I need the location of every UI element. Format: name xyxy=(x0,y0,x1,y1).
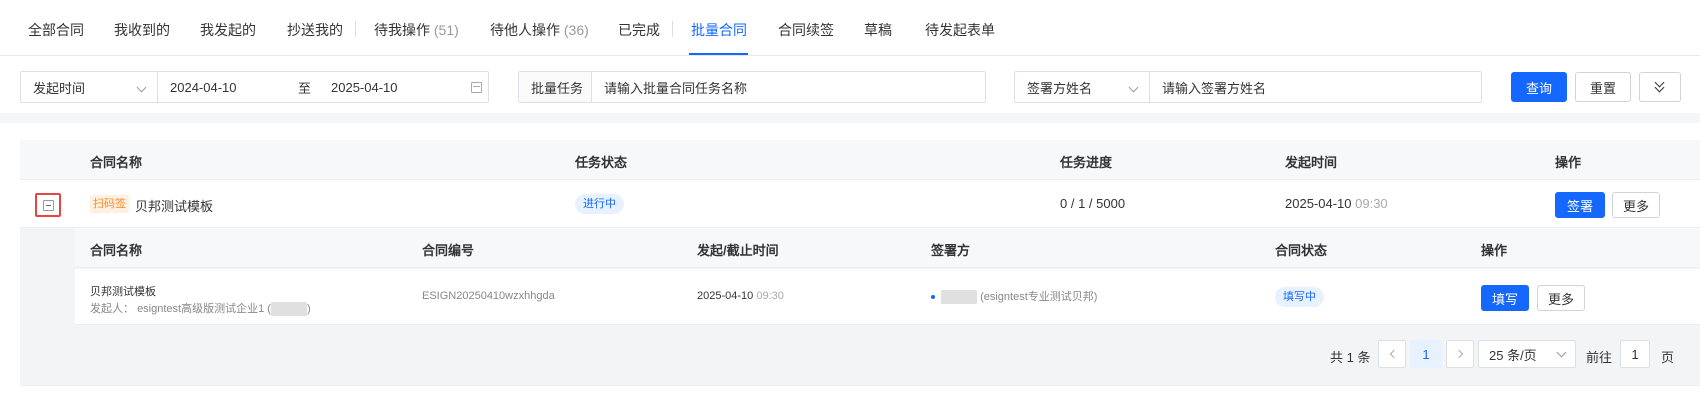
date-range-separator: 至 xyxy=(298,80,312,96)
tab-pending-others[interactable]: 待他人操作 (36) xyxy=(490,20,589,40)
tab-completed[interactable]: 已完成 xyxy=(618,20,660,40)
chevron-down-icon xyxy=(136,82,147,92)
contract-name[interactable]: 贝邦测试模板 xyxy=(90,283,156,299)
tab-pending-me-count: (51) xyxy=(433,22,459,38)
search-button[interactable]: 查询 xyxy=(1511,72,1567,102)
chevron-down-icon xyxy=(1128,82,1139,92)
batch-task-label: 批量任务 xyxy=(519,72,591,102)
start-date-input[interactable]: 2024-04-10 xyxy=(158,72,298,102)
pagination-total: 共 1 条 xyxy=(1330,350,1371,365)
header-task-status: 任务状态 xyxy=(575,155,628,170)
end-date-input[interactable]: 2025-04-10 xyxy=(318,72,468,102)
tab-pending-me[interactable]: 待我操作 (51) xyxy=(374,20,459,40)
batch-task-filter: 批量任务 请输入批量合同任务名称 xyxy=(518,71,986,103)
tab-draft[interactable]: 草稿 xyxy=(864,20,892,40)
goto-page-input[interactable]: 1 xyxy=(1620,340,1650,368)
contract-table-header: 合同名称 合同编号 发起/截止时间 签署方 合同状态 操作 xyxy=(75,228,1700,268)
minus-square-icon xyxy=(43,200,54,211)
batch-task-input[interactable]: 请输入批量合同任务名称 xyxy=(592,72,747,102)
header-signer: 签署方 xyxy=(931,243,971,258)
tab-pending-others-count: (36) xyxy=(563,22,589,38)
goto-label: 前往 xyxy=(1586,350,1613,365)
redacted-text xyxy=(270,302,307,317)
status-dot-icon xyxy=(931,295,935,300)
more-button[interactable]: 更多 xyxy=(1612,192,1660,218)
header-actions: 操作 xyxy=(1555,155,1582,170)
more-button[interactable]: 更多 xyxy=(1537,285,1585,311)
page-size-select[interactable]: 25 条/页 xyxy=(1478,340,1576,368)
calendar-icon[interactable] xyxy=(471,81,482,93)
expand-filters-button[interactable] xyxy=(1639,72,1681,102)
signer-info: (esigntest专业测试贝邦) xyxy=(931,288,1098,305)
tab-batch-contracts[interactable]: 批量合同 xyxy=(691,20,747,40)
chevron-left-icon xyxy=(1389,349,1398,359)
contract-code: ESIGN20250410wzxhhgda xyxy=(422,290,555,302)
tab-cc[interactable]: 抄送我的 xyxy=(287,20,343,40)
section-gap xyxy=(0,113,1700,123)
initiate-time: 2025-04-10 09:30 xyxy=(1285,196,1388,211)
signer-field-value: 签署方姓名 xyxy=(1027,80,1093,96)
batch-table-header: 合同名称 任务状态 任务进度 发起时间 操作 xyxy=(20,140,1700,180)
header-start-end-time: 发起/截止时间 xyxy=(697,243,779,258)
header-task-progress: 任务进度 xyxy=(1060,155,1113,170)
header-initiate-time: 发起时间 xyxy=(1285,155,1338,170)
tab-renewal[interactable]: 合同续签 xyxy=(778,20,834,40)
next-page-button[interactable] xyxy=(1446,340,1474,368)
redacted-text xyxy=(941,290,977,305)
signer-org: (esigntest专业测试贝邦) xyxy=(980,291,1098,303)
chevron-right-icon xyxy=(1454,349,1463,359)
initiator-info: 发起人： esigntest高级版测试企业1 () xyxy=(90,300,311,317)
header-contract-name: 合同名称 xyxy=(90,155,143,170)
signer-filter: 签署方姓名 请输入签署方姓名 xyxy=(1014,71,1482,103)
page-size-value: 25 条/页 xyxy=(1489,347,1537,363)
tab-received[interactable]: 我收到的 xyxy=(114,20,170,40)
time-field-select[interactable]: 发起时间 xyxy=(21,72,157,102)
initiator-close: ) xyxy=(306,303,311,315)
signer-name-input[interactable]: 请输入签署方姓名 xyxy=(1150,72,1266,102)
page-number-button[interactable]: 1 xyxy=(1410,340,1442,368)
contract-tabs: 全部合同 我收到的 我发起的 抄送我的 待我操作 (51) 待他人操作 (36)… xyxy=(0,0,1700,56)
chevron-down-icon xyxy=(1556,347,1567,358)
signer-field-select[interactable]: 签署方姓名 xyxy=(1015,72,1149,102)
tab-divider xyxy=(355,21,356,37)
tab-pending-me-label: 待我操作 xyxy=(374,22,430,38)
date-range-filter: 发起时间 2024-04-10 至 2025-04-10 xyxy=(20,71,489,103)
fill-button[interactable]: 填写 xyxy=(1481,285,1529,311)
double-chevron-down-icon xyxy=(1654,77,1665,93)
sign-button[interactable]: 签署 xyxy=(1555,192,1605,218)
table-row: 扫码签 贝邦测试模板 进行中 0 / 1 / 5000 2025-04-10 0… xyxy=(20,180,1700,228)
status-badge: 进行中 xyxy=(575,194,624,214)
reset-button[interactable]: 重置 xyxy=(1575,72,1631,102)
contract-status-badge: 填写中 xyxy=(1275,287,1324,307)
tab-pending-form[interactable]: 待发起表单 xyxy=(925,20,995,40)
header-contract-code: 合同编号 xyxy=(422,243,475,258)
table-row: 贝邦测试模板 发起人： esigntest高级版测试企业1 () ESIGN20… xyxy=(75,269,1700,325)
header-actions: 操作 xyxy=(1481,243,1508,258)
page-unit-label: 页 xyxy=(1661,350,1675,365)
scan-sign-tag: 扫码签 xyxy=(90,195,129,213)
initiator-name: esigntest高级版测试企业1 ( xyxy=(137,303,271,315)
prev-page-button[interactable] xyxy=(1378,340,1406,368)
contract-date: 2025-04-10 xyxy=(697,290,754,302)
tab-pending-others-label: 待他人操作 xyxy=(490,22,560,38)
initiate-date: 2025-04-10 xyxy=(1285,196,1352,211)
initiator-label: 发起人： xyxy=(90,303,134,315)
contract-time: 2025-04-10 09:30 xyxy=(697,290,784,302)
tab-divider xyxy=(672,21,673,37)
time-field-value: 发起时间 xyxy=(33,80,86,96)
active-tab-indicator xyxy=(689,53,748,55)
header-contract-status: 合同状态 xyxy=(1275,243,1328,258)
initiate-clock: 09:30 xyxy=(1355,196,1388,211)
contract-clock: 09:30 xyxy=(756,290,784,302)
tab-initiated[interactable]: 我发起的 xyxy=(200,20,256,40)
task-progress: 0 / 1 / 5000 xyxy=(1060,196,1126,211)
header-contract-name: 合同名称 xyxy=(90,243,143,258)
batch-contract-name[interactable]: 贝邦测试模板 xyxy=(135,196,213,215)
collapse-row-toggle[interactable] xyxy=(35,193,61,217)
divider xyxy=(20,385,1700,386)
tab-all-contracts[interactable]: 全部合同 xyxy=(28,20,84,40)
